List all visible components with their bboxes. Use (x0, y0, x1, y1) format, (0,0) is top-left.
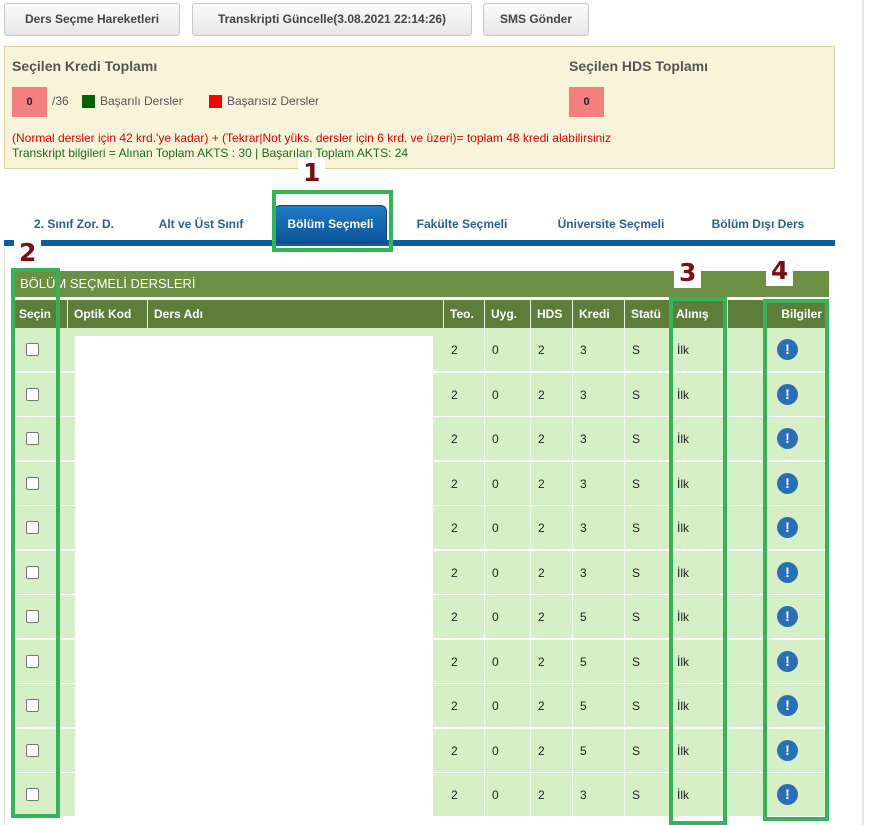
cell-hds: 2 (531, 550, 573, 595)
cell-teo: 2 (444, 728, 485, 773)
success-legend-label: Başarılı Dersler (100, 94, 183, 108)
cell-teo: 2 (444, 595, 485, 639)
cell-statu: S (625, 461, 670, 506)
col-header-optik-kod: Optik Kod (68, 300, 148, 328)
cell-hds: 2 (531, 461, 573, 506)
transcript-akts-note: Transkript bilgileri = Alınan Toplam AKT… (12, 146, 409, 160)
cell-hds: 2 (531, 595, 573, 639)
scrollbar-track[interactable] (862, 0, 864, 825)
cell-statu: S (625, 372, 670, 417)
cell-uyg: 0 (485, 639, 531, 684)
col-header-kredi: Kredi (573, 300, 625, 328)
fail-legend-label: Başarısız Dersler (227, 94, 320, 108)
cell-teo: 2 (444, 328, 485, 372)
cell-statu: S (625, 328, 670, 372)
annotation-marker-4: 4 (766, 256, 794, 286)
sms-gonder-button[interactable]: SMS Gönder (483, 3, 589, 36)
kredi-count-box: 0 (12, 87, 47, 117)
ders-secme-hareketleri-button[interactable]: Ders Seçme Hareketleri (4, 3, 180, 36)
cell-kredi: 3 (573, 506, 625, 550)
col-header-ders-adi: Ders Adı (148, 300, 444, 328)
cell-statu: S (625, 684, 670, 728)
success-legend-swatch (82, 95, 95, 108)
cell-kredi: 3 (573, 550, 625, 595)
cell-statu: S (625, 506, 670, 550)
kredi-toplami-title: Seçilen Kredi Toplamı (12, 58, 158, 74)
cell-teo: 2 (444, 461, 485, 506)
cell-teo: 2 (444, 550, 485, 595)
redacted-course-info (75, 336, 433, 825)
cell-uyg: 0 (485, 506, 531, 550)
fail-legend-swatch (209, 95, 222, 108)
highlight-box-3 (669, 297, 727, 825)
tab-2-sinif-zor[interactable]: 2. Sınıf Zor. D. (10, 213, 138, 241)
cell-kredi: 5 (573, 639, 625, 684)
cell-hds: 2 (531, 639, 573, 684)
cell-kredi: 3 (573, 372, 625, 417)
cell-statu: S (625, 550, 670, 595)
cell-hds: 2 (531, 684, 573, 728)
credit-summary-panel: Seçilen Kredi Toplamı 0 /36 Başarılı Der… (4, 46, 835, 169)
highlight-box-4 (763, 299, 829, 821)
cell-uyg: 0 (485, 728, 531, 773)
cell-hds: 2 (531, 728, 573, 773)
cell-kredi: 3 (573, 417, 625, 461)
cell-kredi: 3 (573, 328, 625, 372)
cell-uyg: 0 (485, 461, 531, 506)
col-header-hds: HDS (531, 300, 573, 328)
col-header-statu: Statü (625, 300, 670, 328)
cell-kredi: 5 (573, 728, 625, 773)
cell-teo: 2 (444, 639, 485, 684)
tab-bolum-disi-ders[interactable]: Bölüm Dışı Ders (697, 213, 819, 241)
cell-uyg: 0 (485, 372, 531, 417)
cell-hds: 2 (531, 372, 573, 417)
cell-statu: S (625, 639, 670, 684)
cell-uyg: 0 (485, 773, 531, 817)
cell-teo: 2 (444, 506, 485, 550)
col-header-teo: Teo. (444, 300, 485, 328)
cell-hds: 2 (531, 417, 573, 461)
cell-kredi: 3 (573, 461, 625, 506)
col-header-uyg: Uyg. (485, 300, 531, 328)
table-caption: BÖLÜM SEÇMELİ DERSLERİ (13, 271, 829, 297)
cell-teo: 2 (444, 372, 485, 417)
highlight-box-1 (272, 190, 393, 252)
hds-count-box: 0 (569, 87, 604, 117)
cell-uyg: 0 (485, 550, 531, 595)
cell-hds: 2 (531, 328, 573, 372)
course-category-tabs: 2. Sınıf Zor. D. Alt ve Üst Sınıf Bölüm … (4, 205, 835, 247)
tab-alt-ve-ust-sinif[interactable]: Alt ve Üst Sınıf (144, 213, 258, 241)
cell-statu: S (625, 728, 670, 773)
cell-hds: 2 (531, 773, 573, 817)
annotation-marker-2: 2 (14, 238, 42, 268)
cell-statu: S (625, 417, 670, 461)
cell-teo: 2 (444, 773, 485, 817)
cell-uyg: 0 (485, 595, 531, 639)
annotation-marker-3: 3 (674, 258, 702, 288)
cell-statu: S (625, 773, 670, 817)
cell-uyg: 0 (485, 417, 531, 461)
annotation-marker-1: 1 (298, 158, 326, 188)
kredi-max-label: /36 (52, 94, 69, 108)
cell-kredi: 3 (573, 773, 625, 817)
cell-uyg: 0 (485, 328, 531, 372)
cell-uyg: 0 (485, 684, 531, 728)
cell-statu: S (625, 595, 670, 639)
transkript-guncelle-button[interactable]: Transkripti Güncelle(3.08.2021 22:14:26) (192, 3, 472, 36)
cell-teo: 2 (444, 417, 485, 461)
tab-universite-secmeli[interactable]: Üniversite Seçmeli (537, 213, 685, 241)
cell-hds: 2 (531, 506, 573, 550)
cell-kredi: 5 (573, 595, 625, 639)
tab-fakulte-secmeli[interactable]: Fakülte Seçmeli (402, 213, 522, 241)
highlight-box-2 (11, 268, 60, 818)
cell-kredi: 5 (573, 684, 625, 728)
hds-toplami-title: Seçilen HDS Toplamı (569, 58, 708, 74)
credit-limit-note: (Normal dersler için 42 krd.'ye kadar) +… (12, 131, 611, 145)
cell-teo: 2 (444, 684, 485, 728)
